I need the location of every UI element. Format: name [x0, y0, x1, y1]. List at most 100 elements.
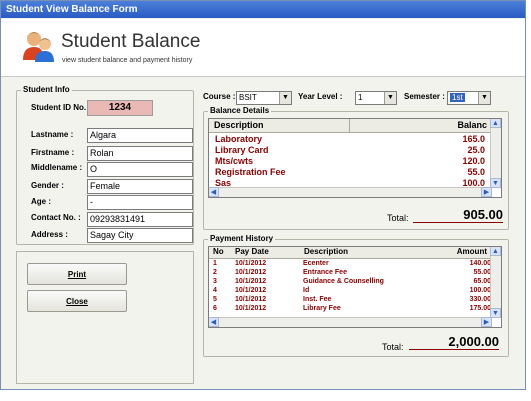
row-description: Id	[303, 287, 310, 294]
scroll-up-icon[interactable]: ▲	[490, 119, 501, 128]
horizontal-scrollbar[interactable]: ◀ ▶	[209, 317, 492, 327]
course-select[interactable]: BSIT ▼	[236, 91, 292, 105]
row-no: 4	[213, 287, 217, 294]
lastname-field[interactable]: Algara	[87, 128, 193, 143]
payment-table-header: No Pay Date Description Amount	[209, 247, 501, 259]
year-level-label: Year Level :	[298, 92, 343, 101]
chevron-down-icon[interactable]: ▼	[279, 92, 291, 104]
row-date: 10/1/2012	[235, 269, 267, 276]
gender-field[interactable]: Female	[87, 179, 193, 194]
column-divider	[349, 119, 350, 133]
address-field[interactable]: Sagay City	[87, 228, 193, 243]
row-no: 5	[213, 296, 217, 303]
scroll-left-icon[interactable]: ◀	[209, 187, 219, 197]
balance-table[interactable]: Description Balanc Laboratory 165.0 Libr…	[208, 118, 502, 198]
table-row[interactable]: Laboratory 165.0	[215, 134, 485, 145]
semester-select[interactable]: 1st ▼	[447, 91, 491, 105]
payment-table[interactable]: No Pay Date Description Amount 1 10/1/20…	[208, 246, 502, 328]
payment-col-description: Description	[304, 247, 349, 256]
table-row[interactable]: 5 10/1/2012 Inst. Fee 330.00	[213, 296, 491, 305]
row-no: 6	[213, 305, 217, 312]
table-row[interactable]: Mts/cwts 120.0	[215, 156, 485, 167]
table-row[interactable]: Registration Fee 55.0	[215, 167, 485, 178]
course-value: BSIT	[239, 93, 257, 102]
scroll-up-icon[interactable]: ▲	[490, 247, 501, 256]
semester-label: Semester :	[404, 92, 445, 101]
row-description: Registration Fee	[215, 167, 286, 177]
contact-field[interactable]: 09293831491	[87, 212, 193, 227]
table-row[interactable]: 1 10/1/2012 Ecenter 140.00	[213, 260, 491, 269]
row-date: 10/1/2012	[235, 296, 267, 303]
row-amount: 120.0	[462, 156, 485, 166]
table-row[interactable]: 3 10/1/2012 Guidance & Counselling 65.00	[213, 278, 491, 287]
row-description: Ecenter	[303, 260, 329, 267]
year-level-select[interactable]: 1 ▼	[355, 91, 397, 105]
chevron-down-icon[interactable]: ▼	[478, 92, 490, 104]
row-amount: 25.0	[467, 145, 485, 155]
print-button[interactable]: Print	[27, 263, 127, 285]
balance-total-label: Total:	[387, 213, 409, 223]
row-amount: 55.0	[467, 167, 485, 177]
row-amount: 165.0	[462, 134, 485, 144]
row-description: Guidance & Counselling	[303, 278, 384, 285]
window-title: Student View Balance Form	[1, 1, 525, 18]
contact-label: Contact No. :	[31, 213, 81, 222]
age-field[interactable]: -	[87, 195, 193, 210]
row-date: 10/1/2012	[235, 305, 267, 312]
horizontal-scrollbar[interactable]: ◀ ▶	[209, 187, 492, 197]
scroll-right-icon[interactable]: ▶	[481, 187, 492, 197]
balance-details-legend: Balance Details	[208, 106, 272, 115]
student-id-label: Student ID No. :	[31, 103, 91, 112]
row-amount: 140.00	[469, 260, 491, 267]
gender-label: Gender :	[31, 181, 64, 190]
balance-col-amount: Balanc	[457, 120, 487, 130]
payment-col-amount: Amount	[456, 247, 487, 256]
close-button[interactable]: Close	[27, 290, 127, 312]
lastname-label: Lastname :	[31, 130, 74, 139]
vertical-scrollbar[interactable]: ▲ ▼	[490, 247, 501, 318]
row-description: Entrance Fee	[303, 269, 347, 276]
age-label: Age :	[31, 197, 51, 206]
students-icon	[23, 32, 54, 62]
row-amount: 175.00	[469, 305, 491, 312]
year-level-value: 1	[358, 93, 363, 102]
middlename-field[interactable]: O	[87, 162, 193, 177]
row-amount: 100.00	[469, 287, 491, 294]
payment-col-date: Pay Date	[235, 247, 269, 256]
firstname-label: Firstname :	[31, 148, 75, 157]
chevron-down-icon[interactable]: ▼	[384, 92, 396, 104]
row-description: Library Fee	[303, 305, 341, 312]
banner-title: Student Balance	[61, 31, 201, 52]
table-row[interactable]: 6 10/1/2012 Library Fee 175.00	[213, 305, 491, 314]
row-description: Inst. Fee	[303, 296, 332, 303]
banner-subtitle: view student balance and payment history	[62, 57, 193, 64]
banner: Student Balance view student balance and…	[1, 19, 525, 77]
payment-col-no: No	[213, 247, 224, 256]
middlename-label: Middlename :	[31, 163, 83, 172]
student-info-legend: Student Info	[21, 85, 72, 94]
table-row[interactable]: 4 10/1/2012 Id 100.00	[213, 287, 491, 296]
payment-total-value: 2,000.00	[409, 334, 499, 350]
scroll-right-icon[interactable]: ▶	[481, 317, 492, 327]
row-amount: 65.00	[473, 278, 491, 285]
payment-total-label: Total:	[382, 342, 404, 352]
row-date: 10/1/2012	[235, 260, 267, 267]
balance-total-value: 905.00	[413, 207, 503, 223]
semester-value: 1st	[450, 93, 465, 102]
row-no: 1	[213, 260, 217, 267]
student-balance-window: Student View Balance Form Student Balanc…	[0, 0, 526, 390]
student-id-field[interactable]: 1234	[87, 100, 153, 116]
scroll-left-icon[interactable]: ◀	[209, 317, 219, 327]
row-amount: 55.00	[473, 269, 491, 276]
balance-col-description: Description	[214, 120, 264, 130]
table-row[interactable]: Library Card 25.0	[215, 145, 485, 156]
firstname-field[interactable]: Rolan	[87, 146, 193, 161]
balance-table-header: Description Balanc	[209, 119, 501, 133]
row-description: Library Card	[215, 145, 269, 155]
row-amount: 330.00	[469, 296, 491, 303]
row-no: 2	[213, 269, 217, 276]
table-row[interactable]: 2 10/1/2012 Entrance Fee 55.00	[213, 269, 491, 278]
row-date: 10/1/2012	[235, 287, 267, 294]
row-no: 3	[213, 278, 217, 285]
vertical-scrollbar[interactable]: ▲ ▼	[490, 119, 501, 188]
